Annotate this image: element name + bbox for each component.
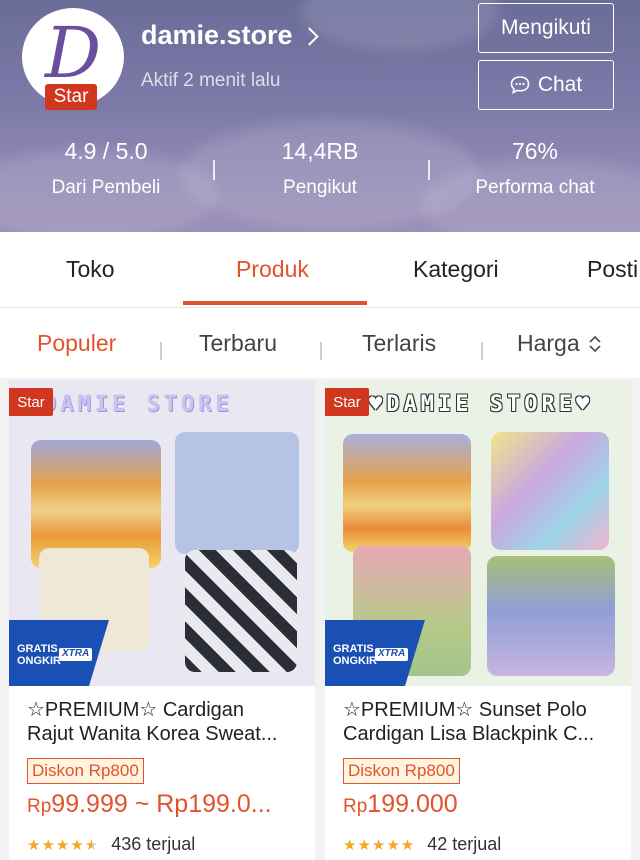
sort-terlaris[interactable]: Terlaris [362,330,436,357]
product-title-line1: ☆PREMIUM☆ Sunset Polo [343,699,587,721]
active-status: Aktif 2 menit lalu [141,70,281,91]
star-badge: Star [9,388,53,416]
chevron-right-icon [299,27,319,46]
rating-stars-icon: ★★★★★ [343,836,416,854]
sold-count: 436 terjual [111,834,196,854]
tab-toko[interactable]: Toko [66,256,115,283]
discount-badge: Diskon Rp800 [27,758,144,784]
product-price: Rp99.999 ~ Rp199.0... [27,790,309,819]
product-title-line1: ☆PREMIUM☆ Cardigan [27,699,245,721]
tab-kategori[interactable]: Kategori [413,256,499,283]
store-tabs: Toko Produk Kategori Posti [0,232,640,308]
xtra-tag: XTRA [375,648,409,661]
product-image[interactable]: DAMIE STORE Star GRATIS ONGKIR XTRA [9,380,315,686]
store-name: damie.store [141,20,293,50]
stat-rating-label: Dari Pembeli [51,177,161,198]
tab-postingan[interactable]: Posti [587,256,638,283]
star-seller-badge: Star [45,84,97,110]
polo-sunset-image [343,434,471,552]
product-title-line2: Rajut Wanita Korea Sweat... [27,723,278,745]
chat-button-label: Chat [537,73,583,96]
sort-updown-icon [589,335,601,352]
sold-count: 42 terjual [427,834,502,854]
xtra-tag: XTRA [59,648,93,661]
product-rating: ★★★★★ 42 terjual [343,834,501,855]
sort-terbaru[interactable]: Terbaru [199,330,277,357]
stat-rating-value: 4.9 / 5.0 [64,138,148,164]
stat-chat-performance: 76% Performa chat [445,138,625,199]
store-name-link[interactable]: damie.store [141,20,319,51]
sort-divider [481,342,483,360]
cardigan-pastel-image [491,432,609,550]
free-shipping-line2: ONGKIR [333,654,377,667]
cardigan-argyle-image [185,550,297,672]
product-price: Rp199.000 [343,790,625,819]
stat-chat-label: Performa chat [475,177,595,198]
stat-followers-label: Pengikut [283,177,357,198]
polo-pastel-blue-image [487,556,615,676]
free-shipping-line1: GRATIS [333,643,374,655]
product-card[interactable]: ♥DAMIE STORE♥ Star GRATIS ONGKIR XTRA ☆P… [325,380,631,860]
tab-produk[interactable]: Produk [236,256,309,283]
price-currency: Rp [343,796,368,817]
following-button-label: Mengikuti [501,16,591,39]
free-shipping-badge: GRATIS ONGKIR XTRA [9,620,109,686]
sort-harga-label: Harga [517,330,580,356]
cardigan-blue-image [175,432,299,554]
product-rating: ★★★★★ 436 terjual [27,834,195,855]
chat-button[interactable]: Chat [478,60,614,110]
following-button[interactable]: Mengikuti [478,3,614,53]
product-image[interactable]: ♥DAMIE STORE♥ Star GRATIS ONGKIR XTRA [325,380,631,686]
store-watermark: ♥DAMIE STORE♥ [369,392,594,417]
stat-followers-value: 14,4RB [281,138,359,164]
price-value: 199.000 [367,790,458,818]
active-tab-indicator [183,301,367,305]
price-value: 99.999 ~ Rp199.0... [51,790,272,818]
store-watermark: DAMIE STORE [43,392,233,417]
product-title-line2: Cardigan Lisa Blackpink C... [343,723,595,745]
sort-divider [320,342,322,360]
stat-rating: 4.9 / 5.0 Dari Pembeli [16,138,196,199]
stat-divider [428,160,430,180]
chat-bubble-icon [510,76,530,95]
sort-divider [160,342,162,360]
stat-chat-value: 76% [511,138,559,164]
free-shipping-line2: ONGKIR [17,654,61,667]
sort-bar: Populer Terbaru Terlaris Harga [0,308,640,378]
rating-stars-icon: ★★★★★ [27,836,100,854]
avatar-logo-letter: D [44,12,102,94]
sort-harga[interactable]: Harga [517,330,602,357]
discount-badge: Diskon Rp800 [343,758,460,784]
product-grid: DAMIE STORE Star GRATIS ONGKIR XTRA ☆PRE… [0,378,640,860]
free-shipping-badge: GRATIS ONGKIR XTRA [325,620,425,686]
price-currency: Rp [27,796,52,817]
free-shipping-line1: GRATIS [17,643,58,655]
product-title[interactable]: ☆PREMIUM☆ Sunset Polo Cardigan Lisa Blac… [343,698,619,746]
star-badge: Star [325,388,369,416]
sort-populer[interactable]: Populer [37,330,116,357]
product-card[interactable]: DAMIE STORE Star GRATIS ONGKIR XTRA ☆PRE… [9,380,315,860]
store-header: D Star damie.store Aktif 2 menit lalu Me… [0,0,640,232]
stat-divider [213,160,215,180]
stat-followers[interactable]: 14,4RB Pengikut [230,138,410,199]
product-title[interactable]: ☆PREMIUM☆ Cardigan Rajut Wanita Korea Sw… [27,698,303,746]
